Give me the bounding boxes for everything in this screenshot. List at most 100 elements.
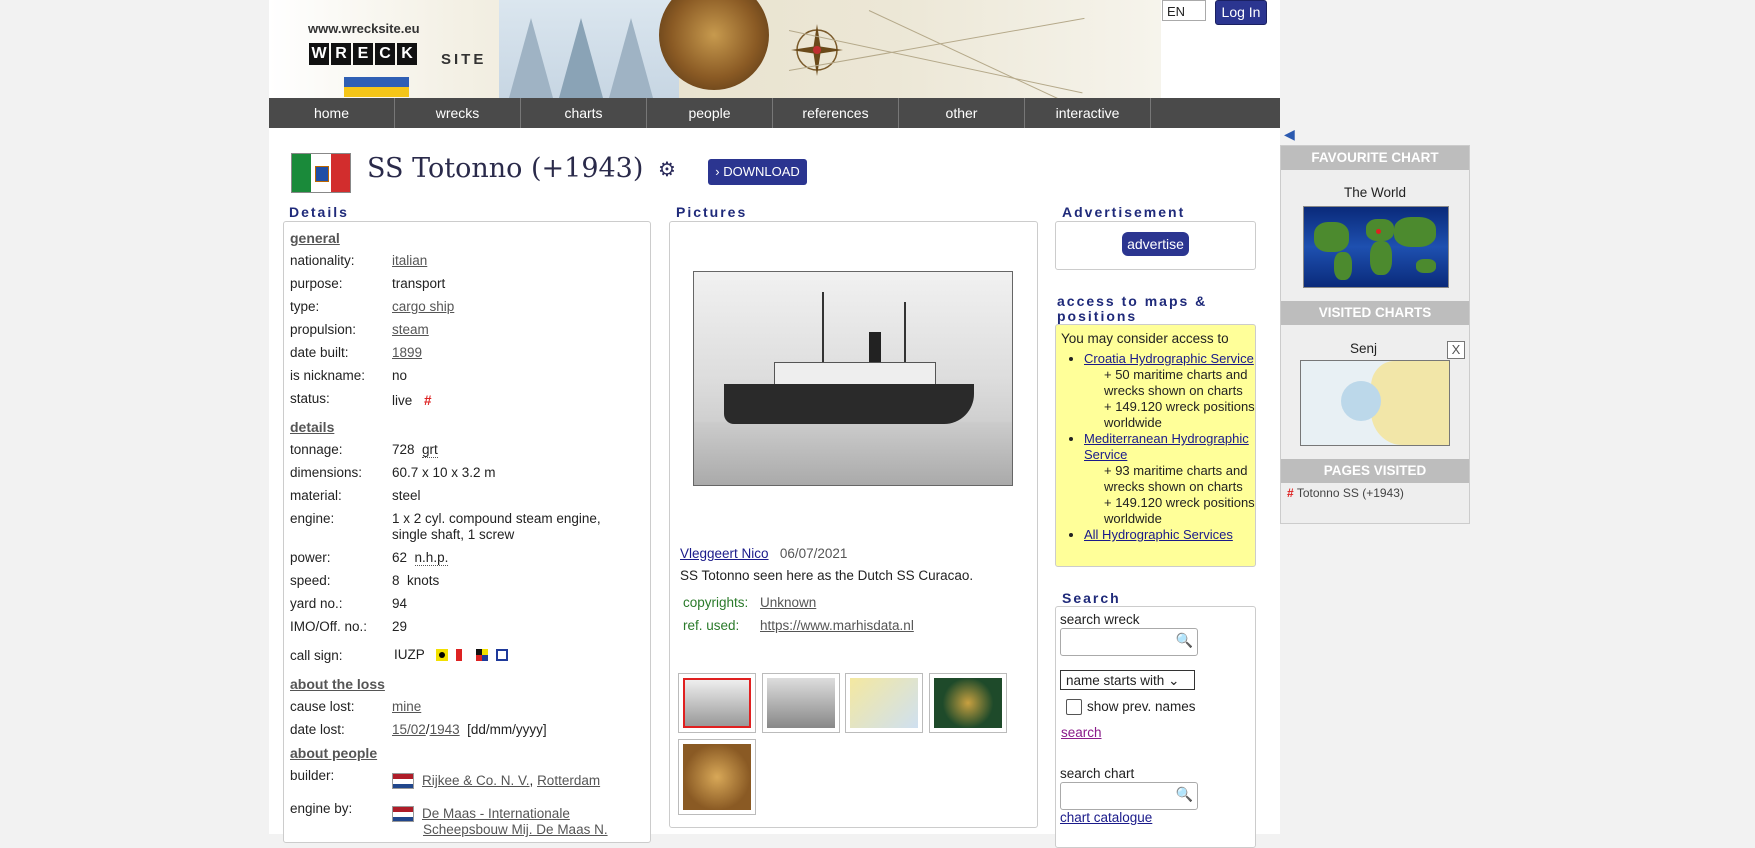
tonnage-unit: grt bbox=[422, 442, 438, 458]
search-link[interactable]: search bbox=[1061, 725, 1102, 740]
thumbnail-1[interactable] bbox=[678, 673, 756, 733]
download-button[interactable]: › DOWNLOAD bbox=[708, 159, 807, 185]
date-format: [dd/mm/yyyy] bbox=[467, 722, 547, 737]
advertisement-heading: Advertisement bbox=[1062, 204, 1186, 220]
copyrights-label: copyrights: bbox=[683, 595, 749, 610]
section-general[interactable]: general bbox=[290, 230, 340, 246]
show-prev-names-label: show prev. names bbox=[1087, 699, 1196, 714]
ref-used-label: ref. used: bbox=[683, 618, 740, 633]
site-logo[interactable]: W R E C K bbox=[309, 43, 417, 65]
cause-lost-label: cause lost: bbox=[290, 699, 355, 714]
purpose-label: purpose: bbox=[290, 276, 343, 291]
world-chart-thumbnail[interactable] bbox=[1303, 206, 1449, 288]
pictures-heading: Pictures bbox=[676, 204, 748, 220]
section-details[interactable]: details bbox=[290, 419, 334, 435]
croatia-hydrographic-link[interactable]: Croatia Hydrographic Service bbox=[1084, 351, 1254, 366]
speed-unit: knots bbox=[407, 573, 440, 588]
access-item: All Hydrographic Services bbox=[1084, 527, 1264, 543]
engine-value-line2: single shaft, 1 screw bbox=[392, 527, 515, 542]
propulsion-value[interactable]: steam bbox=[392, 322, 429, 337]
photo-date: 06/07/2021 bbox=[779, 546, 848, 561]
nav-people[interactable]: people bbox=[647, 98, 773, 128]
type-value[interactable]: cargo ship bbox=[392, 299, 454, 314]
nav-home[interactable]: home bbox=[269, 98, 395, 128]
search-icon[interactable]: 🔍 bbox=[1176, 632, 1193, 649]
power-value: 62 bbox=[392, 550, 408, 565]
nationality-value[interactable]: italian bbox=[392, 253, 427, 268]
language-select[interactable]: EN bbox=[1162, 0, 1206, 21]
netherlands-flag-icon bbox=[392, 773, 414, 790]
winter-trees-image bbox=[499, 0, 679, 98]
copyrights-value[interactable]: Unknown bbox=[760, 595, 816, 610]
search-wreck-input[interactable]: 🔍 bbox=[1060, 628, 1198, 656]
gear-icon[interactable]: ⚙ bbox=[658, 160, 678, 180]
nav-references[interactable]: references bbox=[773, 98, 899, 128]
builder-place[interactable]: Rotterdam bbox=[537, 773, 600, 788]
material-label: material: bbox=[290, 488, 342, 503]
status-label: status: bbox=[290, 391, 330, 406]
logo-site-text: SITE bbox=[441, 51, 487, 68]
show-prev-names-checkbox[interactable] bbox=[1066, 699, 1082, 715]
builder-name[interactable]: Rijkee & Co. N. V. bbox=[422, 773, 530, 788]
ref-used-value[interactable]: https://www.marhisdata.nl bbox=[760, 618, 914, 633]
access-intro: You may consider access to bbox=[1061, 331, 1229, 346]
wreck-marker-icon: # bbox=[424, 393, 432, 408]
favourite-chart-name: The World bbox=[1343, 185, 1407, 200]
login-button[interactable]: Log In bbox=[1215, 0, 1267, 25]
chart-catalogue-link[interactable]: chart catalogue bbox=[1060, 810, 1152, 825]
section-about-loss[interactable]: about the loss bbox=[290, 676, 385, 692]
speed-value: 8 bbox=[392, 573, 400, 588]
site-url: www.wrecksite.eu bbox=[308, 21, 420, 36]
nav-other[interactable]: other bbox=[899, 98, 1025, 128]
photo-author[interactable]: Vleggeert Nico bbox=[680, 546, 769, 561]
ship-photo[interactable] bbox=[693, 271, 1013, 486]
imo-label: IMO/Off. no.: bbox=[290, 619, 368, 634]
right-sidebar: FAVOURITE CHART The World VISITED CHARTS… bbox=[1280, 145, 1470, 524]
thumbnail-2[interactable] bbox=[762, 673, 840, 733]
senj-chart-thumbnail[interactable] bbox=[1300, 360, 1450, 446]
power-unit: n.h.p. bbox=[414, 550, 449, 566]
search-icon[interactable]: 🔍 bbox=[1176, 786, 1193, 803]
cause-lost-value[interactable]: mine bbox=[392, 699, 421, 714]
speed-label: speed: bbox=[290, 573, 331, 588]
nav-wrecks[interactable]: wrecks bbox=[395, 98, 521, 128]
thumbnail-5[interactable] bbox=[678, 739, 756, 815]
favourite-chart-heading: FAVOURITE CHART bbox=[1281, 146, 1469, 170]
power-label: power: bbox=[290, 550, 331, 565]
call-sign-label: call sign: bbox=[290, 648, 343, 663]
all-hydrographic-link[interactable]: All Hydrographic Services bbox=[1084, 527, 1233, 542]
search-chart-input[interactable]: 🔍 bbox=[1060, 782, 1198, 810]
search-mode-select[interactable]: name starts with ⌄ bbox=[1060, 670, 1195, 690]
wreck-marker-icon: # bbox=[1287, 486, 1294, 500]
mediterranean-hydrographic-link[interactable]: Mediterranean Hydrographic Service bbox=[1084, 431, 1249, 462]
dimensions-label: dimensions: bbox=[290, 465, 363, 480]
nav-interactive[interactable]: interactive bbox=[1025, 98, 1151, 128]
advertise-button[interactable]: advertise bbox=[1122, 232, 1189, 256]
access-item: Mediterranean Hydrographic Service + 93 … bbox=[1084, 431, 1264, 527]
date-lost-year[interactable]: 1943 bbox=[430, 722, 460, 737]
thumbnail-4[interactable] bbox=[929, 673, 1007, 733]
section-about-people[interactable]: about people bbox=[290, 745, 377, 761]
netherlands-flag-icon bbox=[392, 806, 414, 823]
close-icon[interactable]: X bbox=[1447, 341, 1465, 359]
tonnage-value: 728 bbox=[392, 442, 415, 457]
ukraine-flag-icon bbox=[344, 77, 409, 97]
dimensions-value: 60.7 x 10 x 3.2 m bbox=[392, 465, 496, 480]
search-chart-label: search chart bbox=[1060, 766, 1135, 781]
engine-by-line1[interactable]: De Maas - Internationale bbox=[422, 806, 570, 821]
photo-caption: SS Totonno seen here as the Dutch SS Cur… bbox=[680, 568, 974, 583]
visited-page-item[interactable]: # Totonno SS (+1943) bbox=[1287, 486, 1404, 500]
status-value: live bbox=[392, 393, 413, 408]
signal-flag-u-icon bbox=[456, 649, 469, 662]
collapse-arrow-icon[interactable]: ◀ bbox=[1284, 126, 1295, 143]
date-lost-daymonth[interactable]: 15/02 bbox=[392, 722, 426, 737]
nav-charts[interactable]: charts bbox=[521, 98, 647, 128]
yard-no-label: yard no.: bbox=[290, 596, 343, 611]
page-title: SS Totonno (+1943) bbox=[367, 153, 644, 184]
signal-flag-p-icon bbox=[495, 649, 508, 662]
date-built-value[interactable]: 1899 bbox=[392, 345, 422, 360]
visited-charts-heading: VISITED CHARTS bbox=[1281, 301, 1469, 325]
imo-value: 29 bbox=[392, 619, 408, 634]
thumbnail-3[interactable] bbox=[845, 673, 923, 733]
engine-by-line2[interactable]: Scheepsbouw Mij. De Maas N. bbox=[423, 822, 608, 837]
